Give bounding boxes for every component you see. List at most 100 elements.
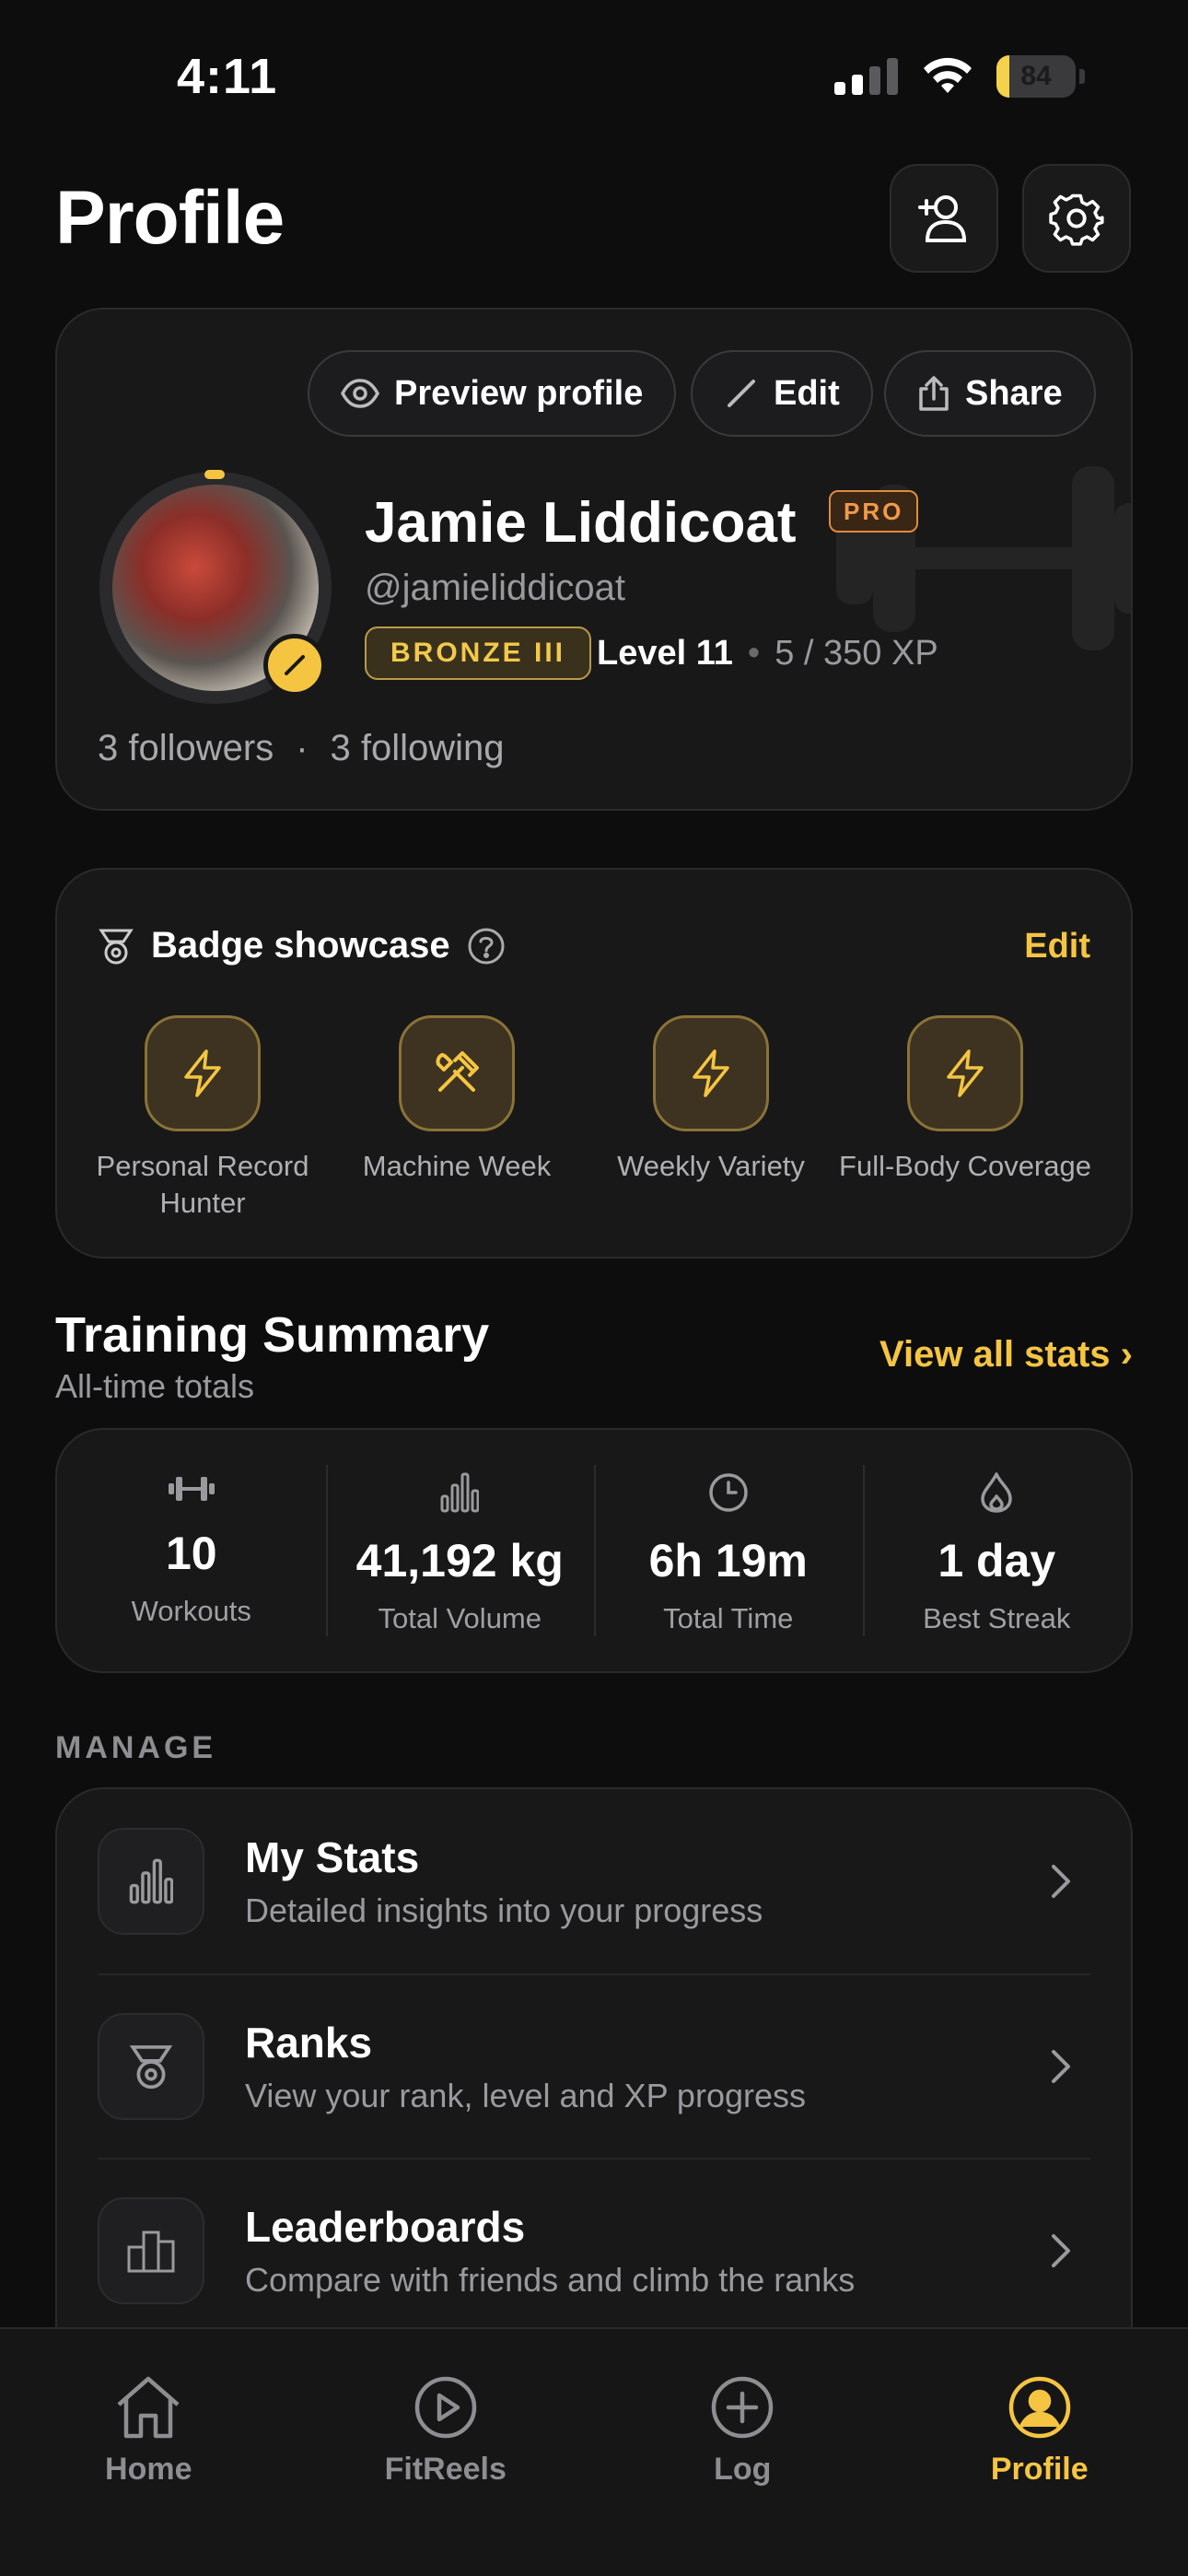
badge-item[interactable]: Machine Week [330,1015,584,1185]
row-icon-box [98,1828,204,1935]
badge-icon-box [399,1015,515,1131]
badge-label: Machine Week [362,1150,552,1182]
profile-screen: 4:11 84 Profile Preview profile Edit Sha… [0,0,1188,2576]
badge-icon-box [907,1015,1023,1131]
gear-icon [1049,193,1104,246]
tab-label: Log [714,2452,772,2487]
share-icon [919,376,949,411]
avatar-progress-indicator [204,470,225,479]
stat-value: 41,192 kg [355,1535,564,1587]
following-link[interactable]: 3 following [331,728,505,769]
home-icon [117,2376,180,2439]
tools-icon [436,1051,479,1092]
stat-total-volume: 41,192 kg Total Volume [325,1430,595,1671]
pencil-icon [285,655,305,675]
row-text: My Stats Detailed insights into your pro… [245,1832,1050,1930]
share-profile-button[interactable]: Share [884,350,1096,437]
wifi-icon [924,57,972,93]
clock-icon [709,1473,748,1512]
badge-item[interactable]: Personal Record Hunter [76,1015,330,1222]
pencil-icon [728,380,755,407]
tab-fitreels[interactable]: FitReels [297,2329,595,2576]
follow-stats: 3 followers · 3 following [98,728,505,769]
status-bar: 4:11 84 [0,0,1188,147]
tab-home[interactable]: Home [0,2329,297,2576]
plus-circle-icon [712,2376,774,2439]
level-label: Level 11 [597,634,733,673]
bolt-icon [184,1049,221,1097]
xp-label: 5 / 350 XP [775,634,938,673]
tab-log[interactable]: Log [594,2329,891,2576]
avatar-edit-button[interactable] [263,634,326,697]
stat-label: Workouts [131,1595,251,1627]
share-profile-label: Share [965,373,1063,413]
stat-best-streak: 1 day Best Streak [862,1430,1132,1671]
manage-item-ranks[interactable]: Ranks View your rank, level and XP progr… [98,1973,1090,2158]
row-title: Leaderboards [245,2203,526,2251]
bar-chart-icon [440,1472,480,1513]
tab-bar: Home FitReels Log Profile [0,2327,1188,2576]
training-summary-card[interactable]: 10 Workouts 41,192 kg Total Volume 6h 19… [55,1428,1133,1673]
flame-icon [981,1472,1012,1513]
stat-total-time: 6h 19m Total Time [594,1430,863,1671]
row-text: Leaderboards Compare with friends and cl… [245,2202,1050,2300]
signal-icon [834,58,898,95]
badge-showcase-header: Badge showcase [98,925,506,966]
stat-value: 10 [165,1528,217,1579]
preview-profile-button[interactable]: Preview profile [308,350,677,437]
tab-profile[interactable]: Profile [891,2329,1188,2576]
profile-icon [1008,2376,1070,2439]
add-friend-button[interactable] [890,164,998,273]
row-title: My Stats [245,1833,420,1881]
page-title: Profile [55,176,285,260]
add-user-icon [918,195,967,242]
training-summary-subtitle: All-time totals [55,1367,255,1405]
bolt-icon [693,1049,729,1097]
profile-card: Preview profile Edit Share Jamie Liddico… [55,308,1133,811]
bar-chart-icon [129,1858,173,1904]
manage-item-my-stats[interactable]: My Stats Detailed insights into your pro… [98,1789,1090,1973]
eye-icon [341,379,379,408]
stat-label: Total Time [663,1602,794,1634]
badge-item[interactable]: Full-Body Coverage [838,1015,1092,1185]
dumbbell-icon [168,1477,215,1501]
manage-section-label: MANAGE [55,1730,217,1765]
preview-profile-label: Preview profile [394,373,644,413]
level-separator: • [747,634,761,673]
training-summary-title: Training Summary [55,1307,490,1363]
followers-link[interactable]: 3 followers [98,728,274,769]
stat-label: Total Volume [378,1602,542,1634]
status-icons: 84 [834,55,1085,98]
battery-icon: 84 [996,55,1076,98]
play-icon [414,2376,476,2439]
stat-label: Best Streak [923,1602,1071,1634]
edit-profile-button[interactable]: Edit [691,350,873,437]
edit-profile-label: Edit [774,373,840,413]
settings-button[interactable] [1022,164,1131,273]
tab-label: Profile [990,2452,1089,2487]
chevron-right-icon [1052,1865,1070,1898]
user-name: Jamie Liddicoat [365,491,797,555]
view-all-stats-link[interactable]: View all stats › [879,1334,1133,1376]
stat-workouts: 10 Workouts [57,1430,326,1671]
badge-showcase-card: Badge showcase Edit Personal Record Hunt… [55,868,1133,1259]
user-handle: @jamieliddicoat [365,568,625,608]
chevron-right-icon [1052,2050,1070,2083]
badge-item[interactable]: Weekly Variety [584,1015,838,1185]
chevron-right-icon [1052,2234,1070,2267]
badge-edit-button[interactable]: Edit [1024,927,1090,966]
status-time: 4:11 [177,49,278,104]
pro-badge: PRO [829,490,919,533]
tab-label: Home [105,2452,192,2487]
manage-item-leaderboards[interactable]: Leaderboards Compare with friends and cl… [98,2158,1090,2342]
manage-card: My Stats Detailed insights into your pro… [55,1787,1133,2359]
podium-icon [127,2231,175,2273]
bolt-icon [947,1049,984,1097]
rank-badge[interactable]: BRONZE III [365,626,592,680]
help-icon[interactable] [467,927,506,966]
badge-label: Weekly Variety [617,1150,805,1182]
badge-showcase-title: Badge showcase [151,925,450,966]
row-subtitle: View your rank, level and XP progress [245,2077,806,2114]
row-subtitle: Compare with friends and climb the ranks [245,2261,856,2299]
medal-icon [99,929,134,964]
